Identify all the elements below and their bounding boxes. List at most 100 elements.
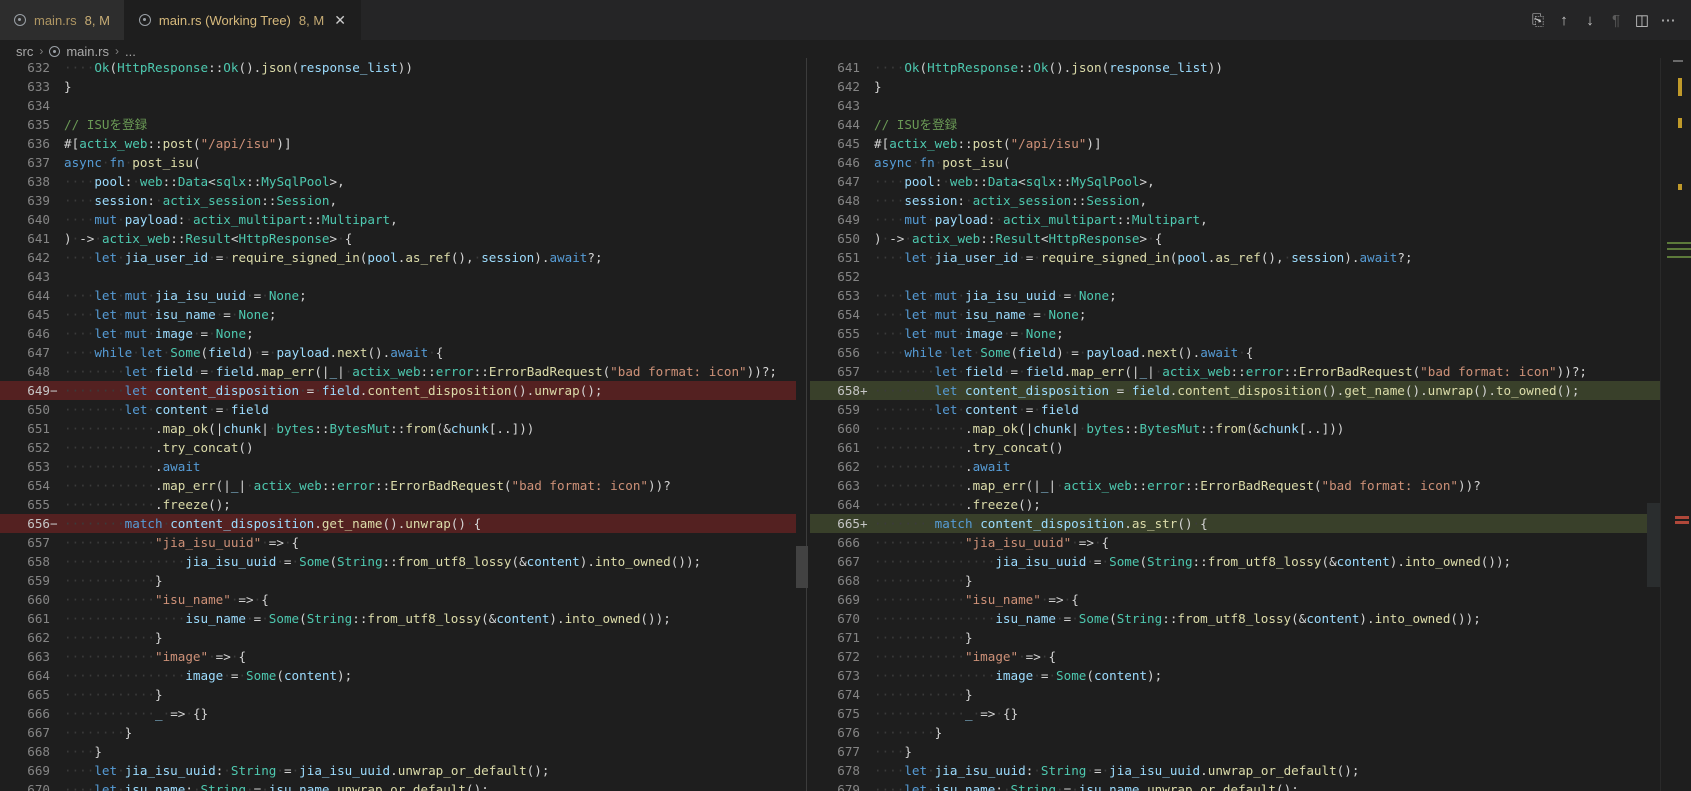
- code-line[interactable]: 652 ············.try_concat(): [0, 438, 796, 457]
- code-text[interactable]: ················jia_isu_uuid·=·Some(Stri…: [874, 554, 1511, 569]
- code-text[interactable]: ················image·=·Some(content);: [64, 668, 352, 683]
- code-line[interactable]: 668 ····}: [0, 742, 796, 761]
- code-line[interactable]: 658 ················jia_isu_uuid·=·Some(S…: [0, 552, 796, 571]
- code-line[interactable]: 648 ····session:·actix_session::Session,: [810, 191, 1660, 210]
- code-text[interactable]: ····Ok(HttpResponse::Ok().json(response_…: [64, 60, 413, 75]
- code-text[interactable]: ············.await: [64, 459, 201, 474]
- code-text[interactable]: ····}: [64, 744, 102, 759]
- code-line[interactable]: 659 ············}: [0, 571, 796, 590]
- code-text[interactable]: )·->·actix_web::Result<HttpResponse>·{: [64, 231, 352, 246]
- code-text[interactable]: ····session:·actix_session::Session,: [874, 193, 1147, 208]
- code-text[interactable]: #[actix_web::post("/api/isu")]: [64, 136, 292, 151]
- code-line[interactable]: 666 ············"jia_isu_uuid"·=>·{: [810, 533, 1660, 552]
- code-text[interactable]: ····let·jia_isu_uuid:·String·=·jia_isu_u…: [874, 763, 1359, 778]
- code-text[interactable]: ············.map_err(|_|·actix_web::erro…: [64, 478, 671, 493]
- code-text[interactable]: ············}: [64, 687, 163, 702]
- code-text[interactable]: async·fn·post_isu(: [64, 155, 201, 170]
- code-text[interactable]: ····}: [874, 744, 912, 759]
- code-text[interactable]: ····pool:·web::Data<sqlx::MySqlPool>,: [874, 174, 1155, 189]
- code-line[interactable]: 657 ············"jia_isu_uuid"·=>·{: [0, 533, 796, 552]
- code-line[interactable]: 678 ····let·jia_isu_uuid:·String·=·jia_is…: [810, 761, 1660, 780]
- code-text[interactable]: ············"image"·=>·{: [874, 649, 1056, 664]
- code-text[interactable]: ············.map_ok(|chunk|·bytes::Bytes…: [64, 421, 534, 436]
- code-line[interactable]: 665 ············}: [0, 685, 796, 704]
- code-line[interactable]: 673 ················image·=·Some(content)…: [810, 666, 1660, 685]
- overview-ruler[interactable]: [1660, 58, 1691, 791]
- code-line[interactable]: 661 ············.try_concat(): [810, 438, 1660, 457]
- code-line[interactable]: 669 ····let·jia_isu_uuid:·String·=·jia_is…: [0, 761, 796, 780]
- code-text[interactable]: ····let·mut·jia_isu_uuid·=·None;: [874, 288, 1117, 303]
- code-text[interactable]: ····session:·actix_session::Session,: [64, 193, 337, 208]
- code-line[interactable]: 654 ····let·mut·isu_name·=·None;: [810, 305, 1660, 324]
- arrow-down-icon[interactable]: ↓: [1579, 9, 1601, 31]
- code-line[interactable]: 645 #[actix_web::post("/api/isu")]: [810, 134, 1660, 153]
- code-text[interactable]: ················isu_name·=·Some(String::…: [64, 611, 671, 626]
- code-line[interactable]: 654 ············.map_err(|_|·actix_web::e…: [0, 476, 796, 495]
- code-line[interactable]: 677 ····}: [810, 742, 1660, 761]
- code-line[interactable]: 676 ········}: [810, 723, 1660, 742]
- code-line[interactable]: 653 ············.await: [0, 457, 796, 476]
- code-line[interactable]: 651 ············.map_ok(|chunk|·bytes::By…: [0, 419, 796, 438]
- code-line[interactable]: 633}: [0, 77, 796, 96]
- code-text[interactable]: ············.map_ok(|chunk|·bytes::Bytes…: [874, 421, 1344, 436]
- code-line[interactable]: 644 // ISUを登録: [810, 115, 1660, 134]
- code-line[interactable]: 640 ····mut·payload:·actix_multipart::Mul…: [0, 210, 796, 229]
- code-line[interactable]: 660 ············.map_ok(|chunk|·bytes::By…: [810, 419, 1660, 438]
- modified-editor[interactable]: 641 ····Ok(HttpResponse::Ok().json(respon…: [810, 58, 1660, 791]
- code-line[interactable]: 643: [0, 267, 796, 286]
- code-text[interactable]: ····mut·payload:·actix_multipart::Multip…: [874, 212, 1208, 227]
- more-actions-icon[interactable]: ⋯: [1657, 9, 1679, 31]
- code-line[interactable]: 664 ············.freeze();: [810, 495, 1660, 514]
- code-line[interactable]: 646 ····let·mut·image·=·None;: [0, 324, 796, 343]
- breadcrumb-symbol[interactable]: ...: [125, 44, 136, 59]
- scrollbar-thumb[interactable]: [796, 546, 808, 588]
- breadcrumb-src[interactable]: src: [16, 44, 33, 59]
- code-line[interactable]: 667 ········}: [0, 723, 796, 742]
- code-text[interactable]: }: [874, 79, 882, 94]
- code-text[interactable]: // ISUを登録: [874, 117, 957, 132]
- code-text[interactable]: ········}: [64, 725, 132, 740]
- code-line[interactable]: 657 ········let·field·=·field.map_err(|_|…: [810, 362, 1660, 381]
- code-line[interactable]: 679 ····let·isu_name:·String·=·isu_name.u…: [810, 780, 1660, 791]
- breadcrumb-file[interactable]: main.rs: [66, 44, 109, 59]
- code-line[interactable]: 661 ················isu_name·=·Some(Strin…: [0, 609, 796, 628]
- code-text[interactable]: ····let·mut·image·=·None;: [874, 326, 1064, 341]
- code-line[interactable]: 674 ············}: [810, 685, 1660, 704]
- code-line[interactable]: 647 ····while·let·Some(field)·=·payload.n…: [0, 343, 796, 362]
- code-line[interactable]: 675 ············_·=>·{}: [810, 704, 1660, 723]
- code-text[interactable]: ····pool:·web::Data<sqlx::MySqlPool>,: [64, 174, 345, 189]
- code-line[interactable]: 662 ············.await: [810, 457, 1660, 476]
- code-text[interactable]: ········let·content·=·field: [874, 402, 1079, 417]
- split-editor-icon[interactable]: ◫: [1631, 9, 1653, 31]
- code-line[interactable]: 645 ····let·mut·isu_name·=·None;: [0, 305, 796, 324]
- code-line[interactable]: 648 ········let·field·=·field.map_err(|_|…: [0, 362, 796, 381]
- open-file-icon[interactable]: ⎘: [1527, 9, 1549, 31]
- code-text[interactable]: ············_·=>·{}: [874, 706, 1018, 721]
- tab-main-rs[interactable]: main.rs 8, M: [0, 0, 125, 40]
- code-text[interactable]: ····let·isu_name:·String·=·isu_name.unwr…: [64, 782, 489, 791]
- code-text[interactable]: ····let·mut·image·=·None;: [64, 326, 254, 341]
- code-line[interactable]: 637 async·fn·post_isu(: [0, 153, 796, 172]
- code-line[interactable]: 656 ····while·let·Some(field)·=·payload.n…: [810, 343, 1660, 362]
- code-text[interactable]: ····let·mut·isu_name·=·None;: [874, 307, 1086, 322]
- code-text[interactable]: ············"isu_name"·=>·{: [64, 592, 269, 607]
- code-text[interactable]: ········let·content_disposition·=·field.…: [64, 383, 603, 398]
- code-line[interactable]: 653 ····let·mut·jia_isu_uuid·=·None;: [810, 286, 1660, 305]
- code-line[interactable]: 660 ············"isu_name"·=>·{: [0, 590, 796, 609]
- code-text[interactable]: ············"image"·=>·{: [64, 649, 246, 664]
- code-text[interactable]: ············"isu_name"·=>·{: [874, 592, 1079, 607]
- pilcrow-icon[interactable]: ¶: [1605, 9, 1627, 31]
- code-text[interactable]: ············.await: [874, 459, 1011, 474]
- code-line[interactable]: 666 ············_·=>·{}: [0, 704, 796, 723]
- code-line[interactable]: 650 ········let·content·=·field: [0, 400, 796, 419]
- code-line[interactable]: 643: [810, 96, 1660, 115]
- code-line[interactable]: 647 ····pool:·web::Data<sqlx::MySqlPool>,: [810, 172, 1660, 191]
- close-icon[interactable]: ✕: [334, 12, 346, 29]
- deleted-line[interactable]: 656− ········match·content_disposition.ge…: [0, 514, 796, 533]
- code-line[interactable]: 632 ····Ok(HttpResponse::Ok().json(respon…: [0, 58, 796, 77]
- code-text[interactable]: ············}: [64, 573, 163, 588]
- code-line[interactable]: 642 ····let·jia_user_id·=·require_signed_…: [0, 248, 796, 267]
- code-text[interactable]: ················jia_isu_uuid·=·Some(Stri…: [64, 554, 701, 569]
- code-text[interactable]: async·fn·post_isu(: [874, 155, 1011, 170]
- code-text[interactable]: ········let·field·=·field.map_err(|_|·ac…: [64, 364, 777, 379]
